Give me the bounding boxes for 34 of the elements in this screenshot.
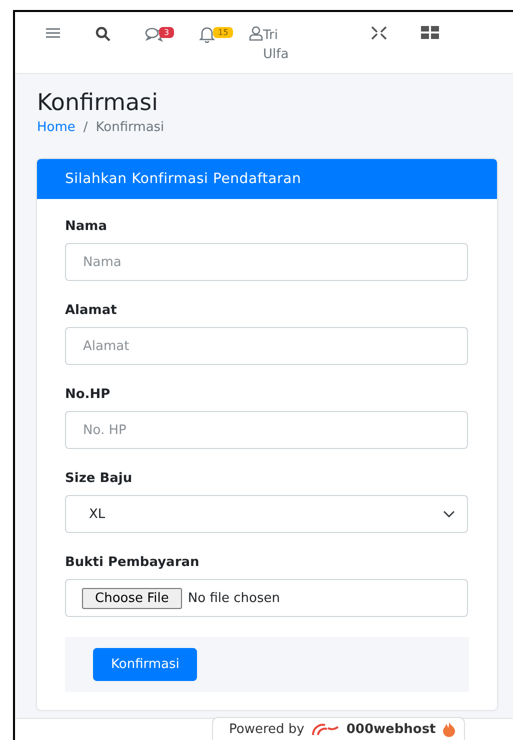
count-badge: 15	[213, 27, 234, 38]
menu-icon[interactable]	[45, 26, 61, 40]
field-label: Bukti Pembayaran	[65, 555, 200, 570]
search-icon[interactable]	[95, 26, 111, 42]
text-field[interactable]: Nama	[65, 243, 468, 281]
size-select[interactable]: XL	[65, 495, 468, 533]
powered-by-badge[interactable]: Powered by 000webhost	[212, 717, 465, 740]
field-label: No.HP	[65, 387, 112, 402]
submit-button[interactable]: Konfirmasi	[93, 648, 198, 681]
bell-icon[interactable]	[199, 26, 215, 43]
field-label: Alamat	[65, 303, 118, 318]
text-field[interactable]: Alamat	[65, 327, 468, 365]
breadcrumb-current: Konfirmasi	[96, 120, 164, 135]
brand-text: 000webhost	[346, 722, 436, 736]
grid-icon[interactable]	[421, 26, 439, 39]
user-icon	[249, 26, 263, 41]
text-field[interactable]: No. HP	[65, 411, 468, 449]
breadcrumb-link[interactable]: Home	[37, 120, 76, 135]
chat-icon[interactable]	[145, 26, 165, 42]
swirl-logo-icon	[310, 722, 340, 736]
file-status: No file chosen	[188, 590, 280, 606]
field-label: Size Baju	[65, 471, 134, 486]
chevron-icon	[443, 510, 455, 518]
choose-file-button[interactable]: Choose File	[82, 588, 182, 608]
field-label: Nama	[65, 219, 108, 234]
card-header: Silahkan Konfirmasi Pendaftaran	[37, 159, 497, 199]
expand-icon[interactable]	[371, 26, 387, 40]
count-badge: 3	[159, 27, 174, 38]
file-field[interactable]: Choose File No file chosen	[65, 579, 468, 617]
breadcrumb-separator: /	[83, 120, 88, 135]
powered-by-text: Powered by	[229, 722, 304, 736]
user-name[interactable]: Tri Ulfa	[263, 26, 297, 64]
flame-icon	[442, 721, 456, 737]
page-title: Konfirmasi	[37, 90, 159, 116]
